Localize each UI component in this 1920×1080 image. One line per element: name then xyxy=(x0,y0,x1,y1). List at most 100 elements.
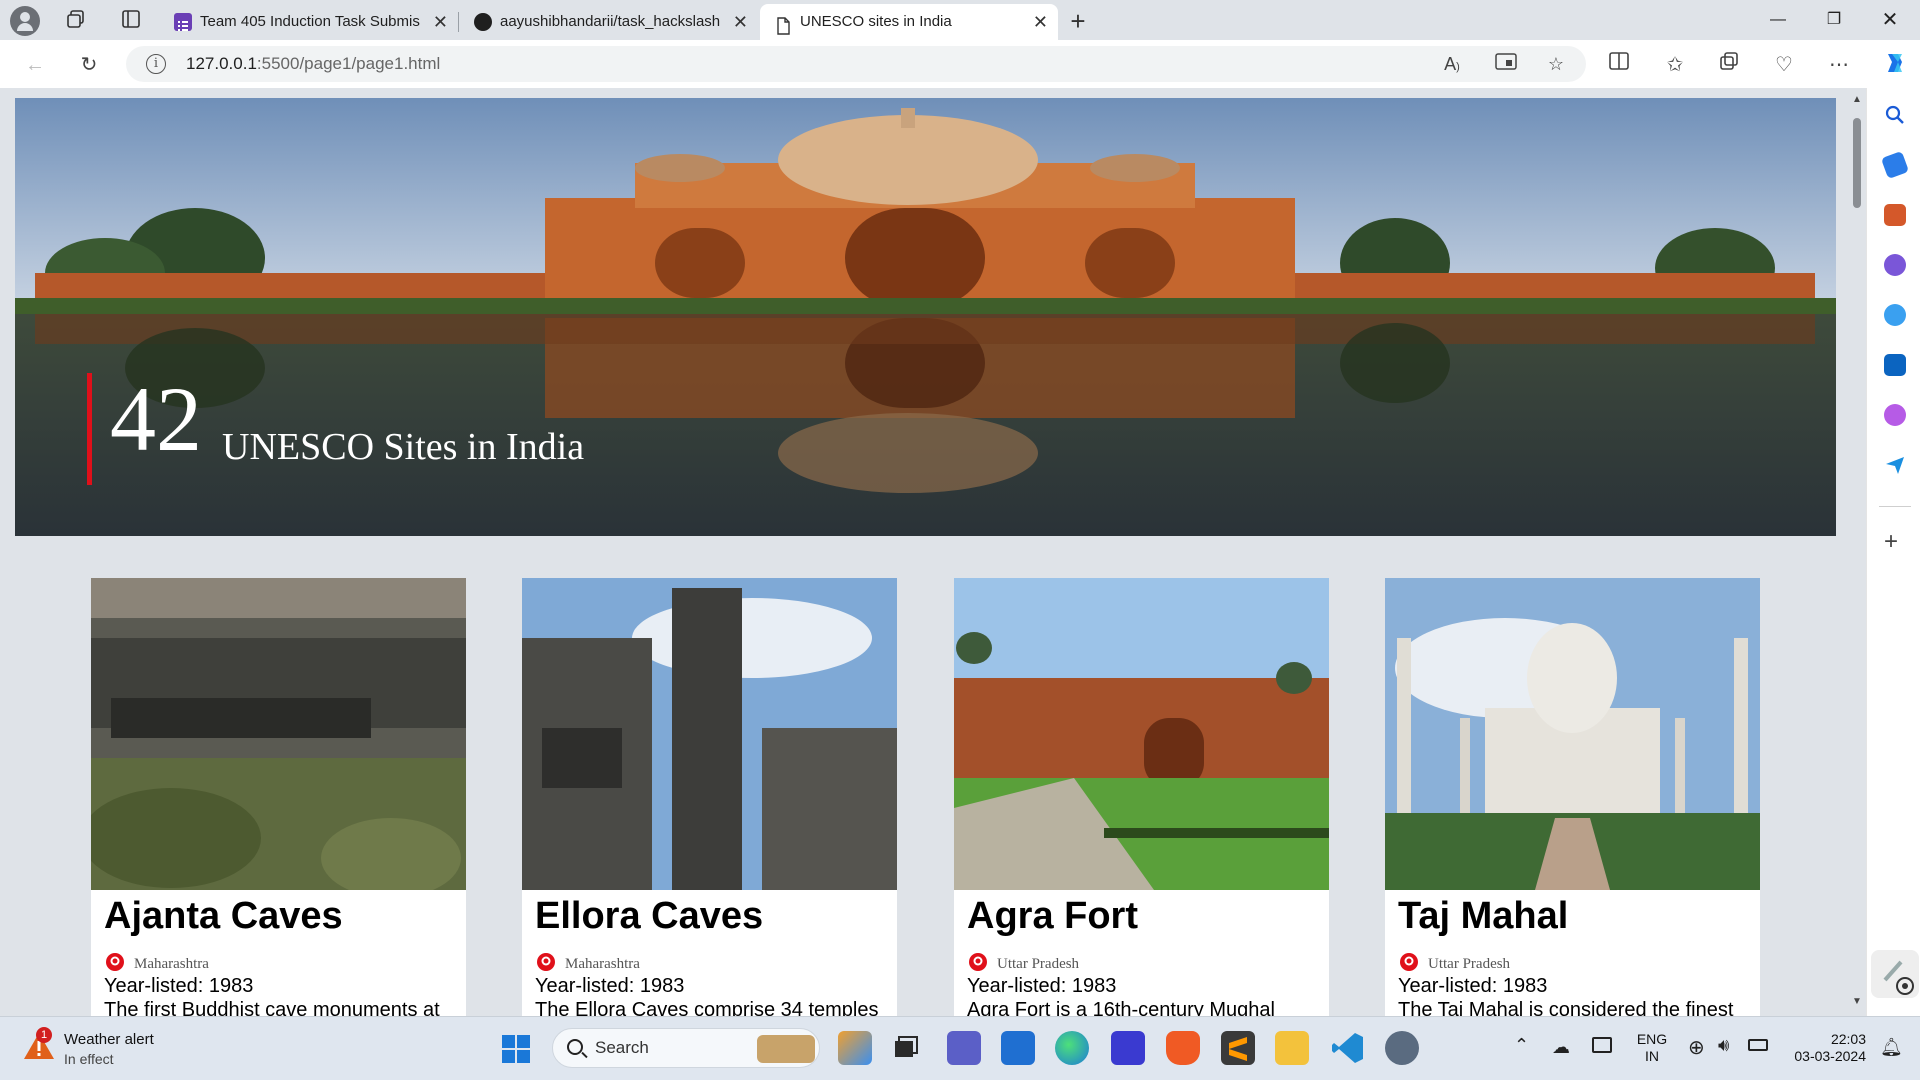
clock-time: 22:03 xyxy=(1830,1031,1866,1047)
close-window-icon[interactable]: ✕ xyxy=(1864,0,1916,40)
display-icon[interactable] xyxy=(1592,1037,1612,1053)
minimize-icon[interactable]: — xyxy=(1752,0,1804,40)
windows-taskbar: 1 Weather alert In effect Search ⌃ ☁ ENG… xyxy=(0,1016,1920,1080)
region-code: IN xyxy=(1645,1048,1659,1064)
restore-icon[interactable]: ❐ xyxy=(1808,0,1860,40)
tab-team-405[interactable]: Team 405 Induction Task Submis ✕ xyxy=(160,4,458,40)
site-year: Year-listed: 1983 xyxy=(1398,975,1548,997)
brave-icon[interactable] xyxy=(1166,1031,1200,1065)
site-description: The Ellora Caves comprise 34 temples xyxy=(535,999,879,1016)
taj-mahal-image xyxy=(1385,578,1760,890)
edge-browser-icon[interactable] xyxy=(1055,1031,1089,1065)
vscode-icon[interactable] xyxy=(1331,1031,1365,1065)
split-screen-icon[interactable] xyxy=(1604,50,1634,80)
microsoft-365-icon[interactable] xyxy=(1884,304,1906,326)
tab-github[interactable]: aayushibhandarii/task_hackslash ✕ xyxy=(460,4,758,40)
site-state: Uttar Pradesh xyxy=(1428,956,1511,972)
close-tab-icon[interactable]: ✕ xyxy=(733,4,748,40)
designer-icon[interactable] xyxy=(1884,404,1906,426)
settings-gear-icon[interactable] xyxy=(1385,1031,1419,1065)
back-icon[interactable]: ← xyxy=(20,50,50,80)
weather-alert-icon[interactable]: 1 xyxy=(22,1027,56,1061)
forms-icon xyxy=(174,13,192,31)
tab-title: aayushibhandarii/task_hackslash xyxy=(500,13,721,30)
app-available-icon[interactable] xyxy=(1494,52,1518,76)
site-card-ellora[interactable]: Ellora Caves Maharashtra Year-listed: 19… xyxy=(522,578,897,1016)
more-options-icon[interactable]: ⋯ xyxy=(1824,50,1854,80)
search-label: Search xyxy=(595,1038,649,1057)
browser-essentials-icon[interactable]: ♡ xyxy=(1769,50,1799,80)
hero-accent-bar xyxy=(87,373,92,485)
copilot-pre-icon[interactable] xyxy=(838,1031,872,1065)
scrollbar-thumb[interactable] xyxy=(1853,118,1861,208)
shopping-tag-icon[interactable] xyxy=(1880,150,1910,180)
page-icon xyxy=(774,13,792,35)
site-info-icon[interactable]: i xyxy=(146,54,166,74)
site-card-taj-mahal[interactable]: Taj Mahal Uttar Pradesh Year-listed: 198… xyxy=(1385,578,1760,1016)
location-pin-icon xyxy=(969,953,987,971)
outlook-icon[interactable] xyxy=(1884,354,1906,376)
microsoft-store-icon[interactable] xyxy=(1001,1031,1035,1065)
tools-briefcase-icon[interactable] xyxy=(1884,204,1906,226)
taskbar-search-box[interactable]: Search xyxy=(552,1028,820,1068)
tab-unesco[interactable]: UNESCO sites in India ✕ xyxy=(760,4,1058,40)
site-description: The first Buddhist cave monuments at xyxy=(104,999,440,1016)
site-year: Year-listed: 1983 xyxy=(535,975,685,997)
favorite-star-icon[interactable]: ☆ xyxy=(1544,52,1568,76)
refresh-icon[interactable]: ↻ xyxy=(74,50,104,80)
sidebar-settings-icon[interactable] xyxy=(1871,950,1919,998)
battery-icon[interactable] xyxy=(1748,1039,1768,1051)
scroll-down-icon[interactable]: ▼ xyxy=(1851,996,1863,1008)
add-sidebar-app-icon[interactable]: + xyxy=(1884,528,1898,556)
notification-bell-icon[interactable]: 🔔︎ xyxy=(1880,1037,1903,1058)
windows-start-icon[interactable] xyxy=(502,1035,530,1063)
weather-alert-title[interactable]: Weather alert xyxy=(64,1031,154,1048)
page-viewport[interactable]: 42 UNESCO Sites in India Ajanta Caves Ma… xyxy=(0,88,1866,1016)
onedrive-icon[interactable]: ☁ xyxy=(1552,1037,1570,1058)
site-name: Ajanta Caves xyxy=(104,895,343,937)
network-globe-icon[interactable]: ⊕ xyxy=(1688,1035,1705,1060)
site-description: Agra Fort is a 16th-century Mughal xyxy=(967,999,1275,1016)
scroll-up-icon[interactable]: ▲ xyxy=(1851,94,1863,106)
new-tab-button[interactable]: + xyxy=(1065,8,1091,34)
workspaces-icon[interactable] xyxy=(64,8,90,34)
weather-alert-subtitle: In effect xyxy=(64,1051,114,1067)
send-icon[interactable] xyxy=(1884,454,1906,476)
pen-app-icon[interactable] xyxy=(1111,1031,1145,1065)
file-explorer-icon[interactable] xyxy=(1275,1031,1309,1065)
hero-title: UNESCO Sites in India xyxy=(222,426,585,468)
tab-actions-icon[interactable] xyxy=(118,8,144,34)
site-description: The Taj Mahal is considered the finest xyxy=(1398,999,1734,1016)
weather-alert-badge: 1 xyxy=(36,1027,52,1043)
search-highlight-icon xyxy=(757,1035,815,1063)
show-hidden-icons-icon[interactable]: ⌃ xyxy=(1514,1035,1529,1056)
collections-icon[interactable] xyxy=(1714,50,1744,80)
language-indicator[interactable]: ENG IN xyxy=(1634,1031,1670,1065)
read-aloud-icon[interactable]: A) xyxy=(1440,52,1464,76)
edge-sidebar: + xyxy=(1866,88,1920,1016)
humayun-tomb-image xyxy=(15,98,1836,536)
address-bar[interactable]: i 127.0.0.1:5500/page1/page1.html A) ☆ xyxy=(126,46,1586,82)
close-tab-icon[interactable]: ✕ xyxy=(433,4,448,40)
site-card-ajanta[interactable]: Ajanta Caves Maharashtra Year-listed: 19… xyxy=(91,578,466,1016)
site-state: Maharashtra xyxy=(134,956,209,972)
task-view-icon[interactable] xyxy=(889,1031,923,1065)
copilot-icon[interactable] xyxy=(1880,50,1910,80)
site-card-agra-fort[interactable]: Agra Fort Uttar Pradesh Year-listed: 198… xyxy=(954,578,1329,1016)
url-text[interactable]: 127.0.0.1:5500/page1/page1.html xyxy=(186,46,440,82)
site-name: Agra Fort xyxy=(967,895,1138,937)
sublime-text-icon[interactable] xyxy=(1221,1031,1255,1065)
page-scrollbar[interactable]: ▲ ▼ xyxy=(1848,88,1866,1016)
location-pin-icon xyxy=(1400,953,1418,971)
location-pin-icon xyxy=(537,953,555,971)
profile-icon[interactable] xyxy=(10,6,40,36)
search-sidebar-icon[interactable] xyxy=(1884,104,1906,126)
site-name: Ellora Caves xyxy=(535,895,764,937)
favorites-icon[interactable]: ✩ xyxy=(1660,50,1690,80)
agra-fort-image xyxy=(954,578,1329,890)
close-tab-icon[interactable]: ✕ xyxy=(1033,4,1048,40)
volume-icon[interactable]: 🔊︎ xyxy=(1718,1035,1729,1056)
clock[interactable]: 22:03 03-03-2024 xyxy=(1782,1031,1866,1065)
games-icon[interactable] xyxy=(1884,254,1906,276)
teams-icon[interactable] xyxy=(947,1031,981,1065)
